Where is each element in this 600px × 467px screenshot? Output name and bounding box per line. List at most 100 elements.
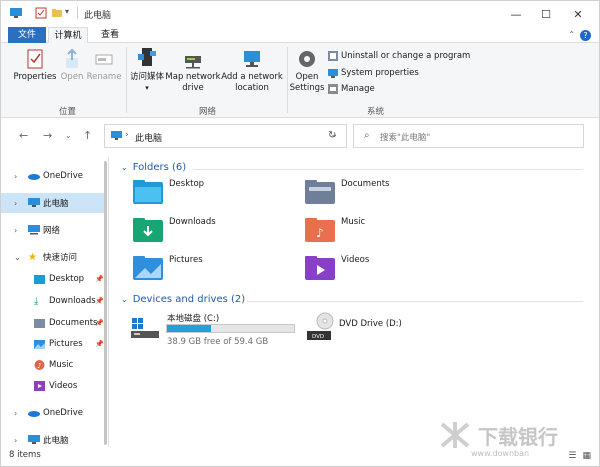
search-input[interactable]: ⌕ 搜索"此电脑" [353,124,584,148]
pin-icon[interactable]: 📌 [95,297,104,305]
drives-section-header[interactable]: ⌄ Devices and drives (2) [121,294,245,305]
folder-downloads[interactable]: Downloads [133,217,216,242]
search-icon: ⌕ [364,130,370,141]
sidebar-item-music[interactable]: ♪ Music [1,355,105,375]
open-settings-button[interactable]: Open Settings [290,48,324,94]
tab-view[interactable]: 查看 [93,27,127,43]
properties-quick-icon[interactable] [35,7,47,19]
drive-c-usage-bar [166,324,295,333]
sidebar-item-onedrive[interactable]: › OneDrive [1,166,105,186]
sidebar-item-label: Documents [49,318,98,328]
pin-icon[interactable]: 📌 [95,275,104,283]
add-network-location-button[interactable]: Add a network location [221,48,283,94]
refresh-icon[interactable]: ↻ [328,130,336,141]
drive-c-free-text: 38.9 GB free of 59.4 GB [167,337,269,347]
recent-locations-icon[interactable]: ⌄ [65,131,72,140]
breadcrumb[interactable]: 此电脑 [135,131,162,144]
pin-icon[interactable]: 📌 [95,319,104,327]
documents-icon [34,318,45,328]
drive-c[interactable]: 本地磁盘 (C:) 38.9 GB free of 59.4 GB [131,312,301,348]
ribbon-tabs: 文件 计算机 查看 ⌃ ? [1,27,599,44]
title-separator [77,7,78,19]
new-folder-quick-icon[interactable] [51,7,63,19]
sidebar-item-onedrive-2[interactable]: › OneDrive [1,403,105,423]
hard-drive-icon [131,318,159,338]
nav-scrollbar[interactable] [104,161,107,445]
pin-icon[interactable]: 📌 [95,340,104,348]
uninstall-program-button[interactable]: Uninstall or change a program [328,51,470,61]
map-network-drive-button[interactable]: Map network drive [165,48,221,94]
computer-icon [111,131,122,144]
pictures-icon [34,339,45,349]
close-button[interactable]: ✕ [563,5,593,23]
sidebar-item-documents[interactable]: Documents 📌 [1,313,105,333]
up-arrow-icon[interactable]: ↑ [83,129,92,142]
rename-icon [95,54,113,65]
quick-access-dropdown-icon[interactable]: ▾ [65,7,69,16]
pane-divider[interactable] [108,157,109,447]
sidebar-item-this-pc-2[interactable]: › 此电脑 [1,430,105,450]
details-view-icon[interactable]: ☰ [568,451,576,461]
back-arrow-icon[interactable]: ← [19,129,28,142]
minimize-button[interactable]: — [501,5,531,23]
manage-button[interactable]: Manage [328,84,375,94]
maximize-button[interactable]: ☐ [531,5,561,23]
folders-section-header[interactable]: ⌄ Folders (6) [121,162,186,173]
sidebar-item-videos[interactable]: Videos [1,376,105,396]
breadcrumb-chevron-icon[interactable]: › [125,130,129,140]
folder-desktop[interactable]: Desktop [133,179,205,204]
group-label-location: 位置 [59,107,77,117]
expand-chevron-icon[interactable]: › [14,199,17,208]
section-divider [193,169,583,170]
expand-chevron-icon[interactable]: › [14,172,17,181]
network-drive-icon [185,56,201,69]
expand-chevron-icon[interactable]: › [14,226,17,235]
videos-icon [34,381,45,391]
forward-arrow-icon[interactable]: → [43,129,52,142]
open-button[interactable]: Open [57,48,87,83]
rename-button[interactable]: Rename [87,48,121,83]
expand-chevron-icon[interactable]: › [14,409,17,418]
tab-file[interactable]: 文件 [8,27,46,43]
tab-computer[interactable]: 计算机 [48,27,88,44]
folder-music[interactable]: ♪ Music [305,217,365,242]
sidebar-item-desktop[interactable]: Desktop 📌 [1,269,105,289]
ribbon-collapse-icon[interactable]: ⌃ [568,30,575,39]
system-properties-label: System properties [341,68,419,78]
sidebar-item-downloads[interactable]: ⤓ Downloads 📌 [1,291,105,311]
folder-documents[interactable]: Documents [305,179,389,204]
drive-d[interactable]: DVD DVD Drive (D:) [305,312,425,348]
pictures-folder-icon [133,256,163,280]
properties-button[interactable]: Properties [13,48,57,83]
sidebar-item-quick-access[interactable]: ⌄ ★ 快速访问 [1,247,105,267]
sidebar-item-this-pc[interactable]: › 此电脑 [1,193,105,213]
drive-c-usage-fill [167,325,211,332]
help-icon[interactable]: ? [580,30,591,41]
sidebar-item-network[interactable]: › 网络 [1,220,105,240]
sidebar-item-label: 快速访问 [43,253,78,263]
manage-icon [328,84,338,94]
rename-label: Rename [86,72,122,82]
sidebar-item-label: Downloads [49,296,96,306]
sidebar-item-label: Pictures [49,339,83,349]
drive-d-label: DVD Drive (D:) [339,319,402,329]
address-bar[interactable]: › 此电脑 ⌄ ↻ [104,124,347,148]
sidebar-item-pictures[interactable]: Pictures 📌 [1,334,105,354]
access-media-button[interactable]: 访问媒体 ▾ [129,46,165,94]
sidebar-item-label: 此电脑 [43,436,69,446]
explorer-window: ▾ 此电脑 — ☐ ✕ 文件 计算机 查看 ⌃ ? Properties Ope… [0,0,600,467]
network-location-icon [244,51,260,67]
collapse-chevron-icon[interactable]: ⌄ [121,163,128,172]
computer-icon [9,7,23,19]
tiles-view-icon[interactable]: ▦ [582,451,591,461]
drives-header-label: Devices and drives (2) [132,294,246,305]
collapse-chevron-icon[interactable]: ⌄ [14,253,21,262]
view-toggle: ☰ ▦ [568,451,591,461]
drive-c-label: 本地磁盘 (C:) [167,314,220,324]
folder-pictures[interactable]: Pictures [133,255,203,280]
expand-chevron-icon[interactable]: › [14,436,17,445]
system-properties-button[interactable]: System properties [328,68,419,78]
collapse-chevron-icon[interactable]: ⌄ [121,295,128,304]
folder-label: Desktop [169,179,205,189]
folder-videos[interactable]: Videos [305,255,369,280]
